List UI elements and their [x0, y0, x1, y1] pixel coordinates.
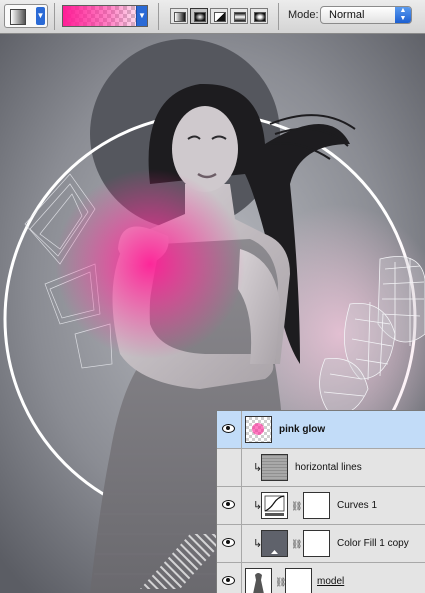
layer-thumbnail — [261, 454, 288, 481]
eye-icon — [222, 424, 235, 433]
mode-select[interactable]: Normal ▲ ▼ — [320, 6, 412, 24]
divider — [158, 3, 159, 30]
tool-preset-picker[interactable]: ▼ — [4, 4, 48, 28]
curves-adjustment-icon — [261, 492, 288, 519]
layer-name: Curves 1 — [337, 500, 378, 511]
layer-row-model[interactable]: ⛓ model — [217, 563, 425, 593]
mode-label: Mode: — [288, 9, 319, 21]
layer-row-horizontal-lines[interactable]: ↳ horizontal lines — [217, 449, 425, 487]
chain-link-icon: ⛓ — [291, 501, 303, 511]
layer-mask-thumbnail[interactable] — [303, 492, 330, 519]
eye-icon — [222, 576, 235, 585]
visibility-toggle[interactable] — [217, 487, 242, 524]
layer-name: Color Fill 1 copy — [337, 538, 409, 549]
divider — [54, 3, 55, 30]
layer-thumbnail — [245, 568, 272, 593]
gradient-picker[interactable]: ▼ — [62, 5, 148, 27]
layer-mask-thumbnail[interactable] — [285, 568, 312, 593]
layer-name: pink glow — [279, 424, 326, 435]
pink-glow-shape — [55, 169, 245, 359]
chevron-down-icon[interactable]: ▼ — [36, 7, 45, 25]
linear-gradient-icon[interactable] — [170, 8, 188, 24]
options-bar: ▼ ▼ Mode: Normal ▲ ▼ — [0, 0, 425, 34]
layer-thumbnail — [245, 416, 272, 443]
reflected-gradient-icon[interactable] — [230, 8, 248, 24]
diamond-gradient-icon[interactable] — [250, 8, 268, 24]
chain-link-icon: ⛓ — [291, 539, 303, 549]
visibility-toggle[interactable] — [217, 525, 242, 562]
gradient-tool-preset-icon — [10, 9, 26, 25]
eye-icon — [222, 500, 235, 509]
radial-gradient-icon[interactable] — [190, 8, 208, 24]
divider — [278, 3, 279, 30]
layer-row-curves-1[interactable]: ↳ ⛓ Curves 1 — [217, 487, 425, 525]
visibility-toggle[interactable] — [217, 563, 242, 593]
visibility-toggle[interactable] — [217, 411, 242, 448]
layer-row-color-fill-1-copy[interactable]: ↳ ⛓ Color Fill 1 copy — [217, 525, 425, 563]
layer-row-pink-glow[interactable]: pink glow — [217, 411, 425, 449]
layer-mask-thumbnail[interactable] — [303, 530, 330, 557]
layer-name: model — [317, 576, 345, 587]
gradient-picker-dropdown-icon[interactable]: ▼ — [136, 6, 147, 26]
mode-value: Normal — [329, 9, 365, 21]
eye-icon — [222, 538, 235, 547]
color-fill-swatch-icon — [261, 530, 288, 557]
select-arrows-icon: ▲ ▼ — [395, 7, 411, 23]
angle-gradient-icon[interactable] — [210, 8, 228, 24]
visibility-toggle[interactable] — [217, 449, 242, 486]
layers-panel: pink glow ↳ horizontal lines ↳ ⛓ Curves … — [216, 410, 425, 593]
layer-name: horizontal lines — [295, 462, 362, 473]
